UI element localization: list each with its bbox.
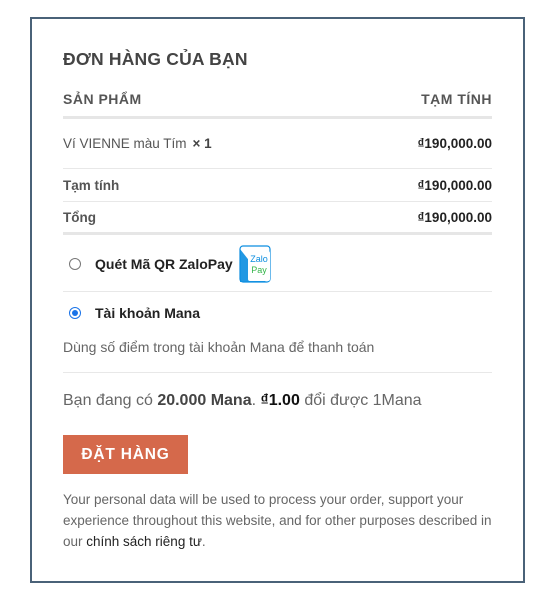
order-review-card: ĐƠN HÀNG CỦA BẠN SẢN PHẨM TẠM TÍNH Ví VI… <box>30 17 525 583</box>
mana-radio[interactable] <box>69 307 81 319</box>
payment-option-mana[interactable]: Tài khoản Mana <box>63 292 492 334</box>
total-label: Tổng <box>63 209 96 225</box>
zalopay-label[interactable]: Quét Mã QR ZaloPay <box>95 256 233 272</box>
balance-sep: . <box>251 392 257 409</box>
col-subtotal: TẠM TÍNH <box>421 91 492 107</box>
subtotal-label: Tạm tính <box>63 177 120 193</box>
order-item-row: Ví VIENNE màu Tím × 1 ₫190,000.00 <box>63 119 492 169</box>
col-product: SẢN PHẨM <box>63 91 142 107</box>
total-row: Tổng ₫190,000.00 <box>63 202 492 235</box>
item-name: Ví VIENNE màu Tím <box>63 136 187 151</box>
place-order-button[interactable]: ĐẶT HÀNG <box>63 435 188 474</box>
zalo-logo-text-bottom: Pay <box>251 265 267 275</box>
zalo-logo-text-top: Zalo <box>250 254 268 264</box>
subtotal-value: ₫190,000.00 <box>417 177 493 193</box>
order-table-header: SẢN PHẨM TẠM TÍNH <box>63 88 492 119</box>
balance-prefix: Bạn đang có <box>63 392 153 409</box>
item-name-cell: Ví VIENNE màu Tím × 1 <box>63 136 212 151</box>
mana-description: Dùng số điểm trong tài khoản Mana để tha… <box>63 334 492 373</box>
total-value: ₫190,000.00 <box>417 209 493 225</box>
balance-rate: ₫1.00 <box>260 392 300 409</box>
privacy-end: . <box>201 534 206 549</box>
mana-balance: Bạn đang có 20.000 Mana. ₫1.00 đổi được … <box>63 392 492 410</box>
mana-label[interactable]: Tài khoản Mana <box>95 305 200 321</box>
payment-option-zalopay[interactable]: Quét Mã QR ZaloPay Zalo Pay <box>63 235 492 292</box>
item-price: ₫190,000.00 <box>417 136 493 151</box>
privacy-policy-link[interactable]: chính sách riêng tư <box>86 534 202 549</box>
zalopay-logo-icon: Zalo Pay <box>236 245 274 283</box>
subtotal-row: Tạm tính ₫190,000.00 <box>63 169 492 202</box>
order-title: ĐƠN HÀNG CỦA BẠN <box>63 49 248 69</box>
item-qty: × 1 <box>192 136 212 151</box>
balance-amount: 20.000 Mana <box>157 392 252 409</box>
zalopay-radio[interactable] <box>69 258 81 270</box>
privacy-notice: Your personal data will be used to proce… <box>63 489 499 552</box>
balance-suffix: đổi được 1Mana <box>304 392 422 409</box>
